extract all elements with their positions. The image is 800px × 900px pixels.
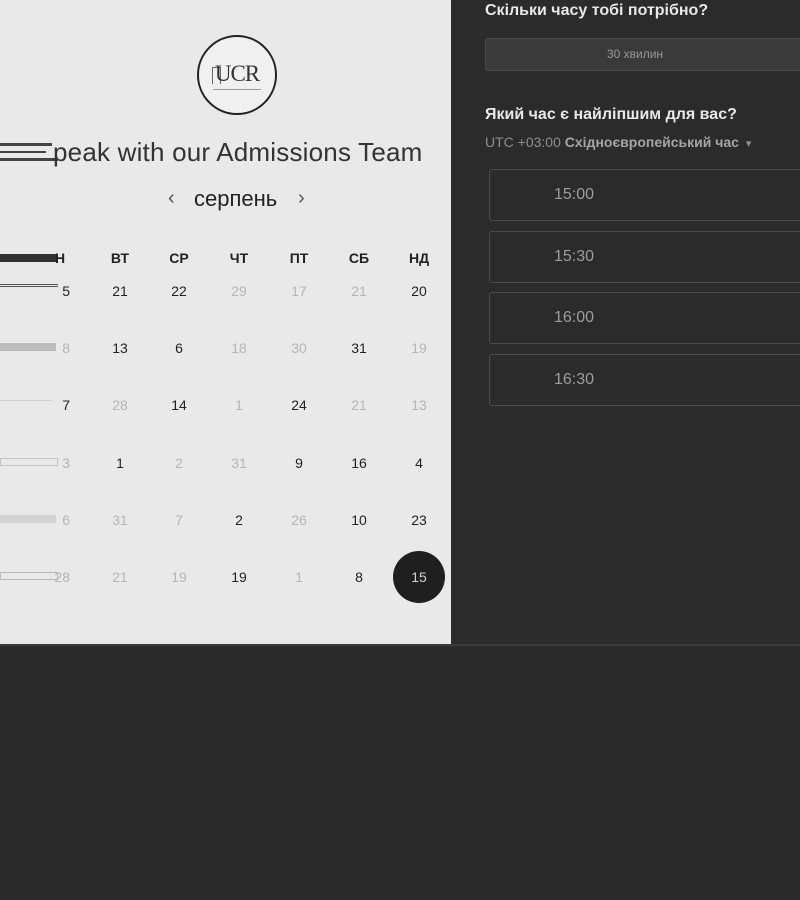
- calendar-day: 17: [291, 283, 307, 299]
- calendar-day[interactable]: 13: [100, 338, 140, 358]
- time-slot-label: 16:30: [553, 371, 595, 388]
- selected-day[interactable]: 15: [393, 551, 445, 603]
- calendar-day[interactable]: 16: [339, 453, 379, 473]
- time-slot-label: 15:00: [553, 186, 595, 203]
- calendar-day[interactable]: 9: [279, 453, 319, 473]
- day-header-6: НД: [408, 250, 430, 266]
- calendar-day[interactable]: 24: [279, 395, 319, 415]
- time-slot-label: 15:30: [553, 248, 595, 265]
- calendar-day: 19: [411, 340, 427, 356]
- prev-month-button[interactable]: ‹: [168, 187, 175, 210]
- ucr-logo: UCR: [197, 35, 277, 115]
- day-header-4: ПТ: [289, 250, 309, 266]
- calendar-day[interactable]: 6: [159, 338, 199, 358]
- calendar-day: 21: [112, 569, 128, 585]
- time-question: Який час є найліпшим для вас?: [485, 106, 737, 123]
- calendar-day: 8: [62, 340, 70, 356]
- timezone-offset: UTC +03:00: [485, 134, 561, 150]
- calendar-day[interactable]: 23: [399, 510, 439, 530]
- calendar-day: 19: [171, 569, 187, 585]
- calendar-day: 1: [295, 569, 303, 585]
- calendar-day: 18: [231, 340, 247, 356]
- page-title: peak with our Admissions Team: [53, 137, 423, 167]
- time-slot-button[interactable]: 15:00: [489, 169, 800, 221]
- calendar-day: 21: [351, 283, 367, 299]
- calendar-panel: UCR peak with our Admissions Team ‹ серп…: [0, 0, 451, 644]
- day-header-2: СР: [169, 250, 189, 266]
- calendar-day: 7: [175, 512, 183, 528]
- calendar-day[interactable]: 14: [159, 395, 199, 415]
- time-slot-label: 16:00: [553, 309, 595, 326]
- timezone-name: Східноєвропейський час: [564, 134, 739, 150]
- title-s-stroke-bottom: [0, 158, 58, 161]
- calendar-day[interactable]: 5: [40, 281, 70, 301]
- title-s-stroke-mid: [0, 151, 46, 153]
- logo-text: UCR: [214, 61, 260, 86]
- day-header-5: СБ: [348, 250, 370, 266]
- title-s-stroke-top: [0, 143, 52, 146]
- calendar-day: 1: [235, 397, 243, 413]
- chevron-down-icon: ▾: [745, 138, 752, 150]
- calendar-day[interactable]: 1: [100, 453, 140, 473]
- next-month-button[interactable]: ›: [298, 187, 305, 210]
- time-slot-button[interactable]: 15:30: [489, 231, 800, 283]
- calendar-day[interactable]: 10: [339, 510, 379, 530]
- calendar-day: 30: [291, 340, 307, 356]
- timezone-select[interactable]: UTC +03:00 Східноєвропейський час ▾: [485, 134, 751, 150]
- calendar-day[interactable]: 31: [339, 338, 379, 358]
- day-header-0: Н: [54, 250, 66, 266]
- day-header-3: ЧТ: [229, 250, 249, 266]
- duration-question: Скільки часу тобі потрібно?: [485, 2, 709, 19]
- day-header-1: ВТ: [110, 250, 130, 266]
- duration-select[interactable]: 30 хвилин: [485, 38, 800, 71]
- calendar-day[interactable]: 20: [399, 281, 439, 301]
- calendar-day[interactable]: 4: [399, 453, 439, 473]
- time-slot-button[interactable]: 16:30: [489, 354, 800, 406]
- calendar-day: 6: [62, 512, 70, 528]
- empty-background: [0, 646, 800, 900]
- calendar-day[interactable]: 2: [219, 510, 259, 530]
- calendar-day: 28: [112, 397, 128, 413]
- calendar-day[interactable]: 7: [40, 395, 70, 415]
- calendar-day[interactable]: 22: [159, 281, 199, 301]
- calendar-day[interactable]: 21: [100, 281, 140, 301]
- calendar-day: 31: [112, 512, 128, 528]
- calendar-day: 21: [351, 397, 367, 413]
- duration-value: 30 хвилин: [606, 47, 664, 61]
- month-navigator: ‹ серпень ›: [164, 186, 324, 214]
- calendar-day: 13: [411, 397, 427, 413]
- calendar-day: 3: [62, 455, 70, 471]
- calendar-day: 31: [231, 455, 247, 471]
- month-label: серпень: [194, 186, 278, 211]
- time-slot-button[interactable]: 16:00: [489, 292, 800, 344]
- logo-divider: [213, 89, 261, 92]
- calendar-day[interactable]: 8: [339, 567, 379, 587]
- time-picker-panel: Скільки часу тобі потрібно? 30 хвилин Як…: [451, 0, 800, 644]
- calendar-day: 26: [291, 512, 307, 528]
- calendar-day: 29: [231, 283, 247, 299]
- calendar-day: 28: [54, 569, 70, 585]
- calendar-day[interactable]: 19: [219, 567, 259, 587]
- calendar-day: 2: [175, 455, 183, 471]
